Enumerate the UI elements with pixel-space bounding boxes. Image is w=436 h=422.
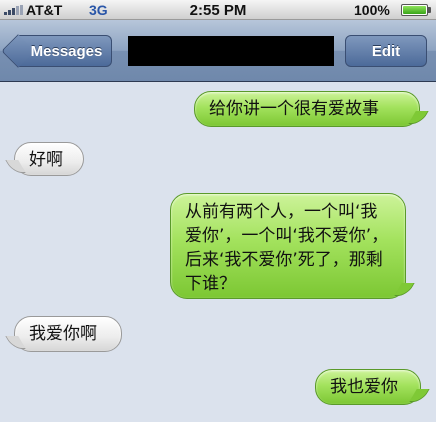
received-message-bubble[interactable]: 我爱你啊 (14, 316, 122, 352)
sent-message-bubble[interactable]: 从前有两个人，一个叫‘我爱你’，一个叫‘我不爱你’，后来‘我不爱你’死了，那剩下… (170, 193, 406, 299)
battery-tip (428, 7, 431, 13)
sent-message-bubble[interactable]: 我也爱你 (315, 369, 421, 405)
battery-percent: 100% (354, 2, 390, 18)
edit-button[interactable]: Edit (345, 35, 427, 67)
navigation-bar: Messages Edit (0, 20, 436, 82)
received-message-bubble[interactable]: 好啊 (14, 142, 84, 176)
sent-message-bubble[interactable]: 给你讲一个很有爱故事 (194, 91, 420, 127)
messages-back-button[interactable]: Messages (18, 35, 112, 67)
back-button-label: Messages (30, 42, 103, 60)
battery-icon (401, 4, 428, 16)
status-bar: AT&T 3G 2:55 PM 100% (0, 0, 436, 20)
contact-name-redacted (128, 36, 334, 66)
